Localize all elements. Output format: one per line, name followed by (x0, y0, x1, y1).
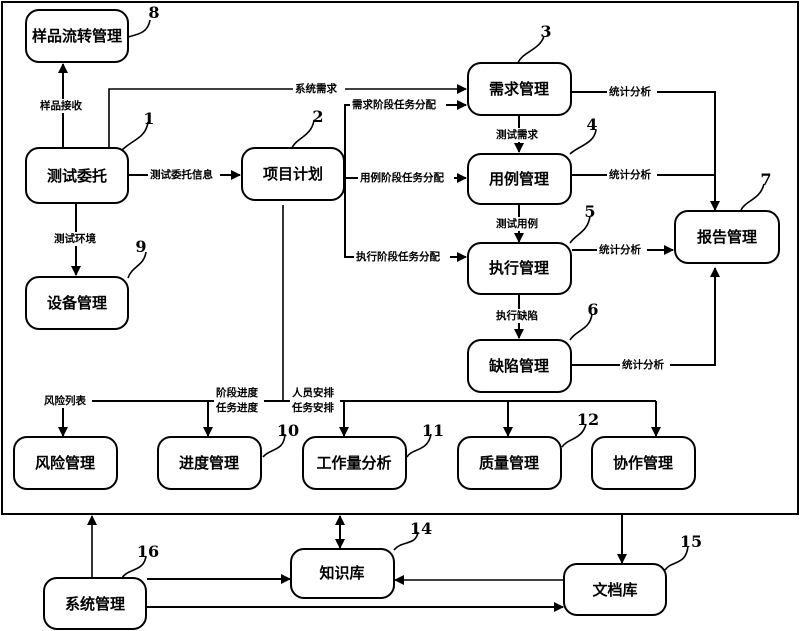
svg-text:任务安排: 任务安排 (291, 401, 334, 414)
edge-label-stat-6: 统计分析 (620, 358, 670, 372)
svg-text:测试委托: 测试委托 (47, 167, 107, 185)
node-reports[interactable]: 报告管理 (674, 210, 780, 264)
edge-label-risk-list: 风险列表 (42, 394, 92, 408)
svg-text:质量管理: 质量管理 (479, 454, 539, 472)
svg-text:任务进度: 任务进度 (215, 401, 258, 414)
edge-label-system-req: 系统需求 (293, 82, 345, 96)
edge-label-test-req: 测试需求 (494, 128, 544, 142)
svg-text:人员安排: 人员安排 (292, 386, 334, 399)
svg-text:执行阶段任务分配: 执行阶段任务分配 (356, 250, 440, 263)
edge-label-req-stage: 需求阶段任务分配 (350, 98, 446, 112)
node-workload[interactable]: 工作量分析 (302, 436, 407, 490)
ref-num-5: 5 (584, 202, 595, 221)
ref-num-8: 8 (148, 3, 159, 22)
svg-text:统计分析: 统计分析 (622, 358, 664, 371)
ref-num-4: 4 (586, 115, 597, 134)
svg-text:需求阶段任务分配: 需求阶段任务分配 (352, 98, 436, 111)
edge-label-test-env: 测试环境 (52, 232, 102, 246)
ref-num-3: 3 (540, 22, 551, 41)
svg-text:统计分析: 统计分析 (599, 243, 641, 256)
node-project-plan[interactable]: 项目计划 (241, 147, 345, 201)
svg-text:协作管理: 协作管理 (613, 454, 673, 472)
ref-num-15: 15 (680, 532, 702, 551)
svg-text:缺陷管理: 缺陷管理 (488, 357, 549, 375)
svg-text:样品流转管理: 样品流转管理 (32, 27, 122, 45)
flow-diagram: 样品接收 系统需求 测试委托信息 测试环境 需求阶段任务分配 用例阶段任务分配 … (1, 1, 799, 630)
node-quality[interactable]: 质量管理 (457, 436, 562, 490)
ref-num-2: 2 (312, 107, 323, 126)
edge-label-progress: 阶段进度 任务进度 (214, 386, 264, 414)
ref-num-14: 14 (410, 519, 432, 538)
node-sample-flow[interactable]: 样品流转管理 (25, 9, 129, 63)
svg-text:统计分析: 统计分析 (609, 168, 651, 181)
ref-num-11: 11 (422, 421, 444, 440)
svg-text:测试需求: 测试需求 (496, 128, 538, 141)
ref-num-10: 10 (277, 421, 299, 440)
ref-num-1: 1 (143, 109, 154, 128)
svg-text:风险管理: 风险管理 (35, 454, 95, 472)
svg-text:设备管理: 设备管理 (47, 294, 107, 312)
svg-text:项目计划: 项目计划 (263, 165, 323, 183)
edge-exec-stage (344, 175, 467, 262)
ref-num-7: 7 (760, 170, 771, 189)
svg-text:需求管理: 需求管理 (489, 80, 549, 98)
node-execution[interactable]: 执行管理 (467, 242, 572, 295)
node-test-commission[interactable]: 测试委托 (25, 147, 129, 204)
edge-label-exec-stage: 执行阶段任务分配 (354, 250, 450, 264)
node-progress[interactable]: 进度管理 (157, 436, 262, 490)
edge-system-req (108, 84, 467, 148)
svg-text:系统需求: 系统需求 (295, 82, 337, 95)
node-defects[interactable]: 缺陷管理 (467, 339, 572, 393)
edge-label-stat-3: 统计分析 (607, 85, 657, 99)
svg-text:进度管理: 进度管理 (179, 454, 239, 472)
svg-text:用例阶段任务分配: 用例阶段任务分配 (359, 171, 444, 184)
svg-text:工作量分析: 工作量分析 (316, 454, 391, 472)
node-test-cases[interactable]: 用例管理 (467, 153, 572, 205)
edge-req-stage (344, 100, 467, 175)
svg-text:阶段进度: 阶段进度 (216, 386, 258, 399)
ref-num-9: 9 (135, 237, 146, 256)
edge-label-sample-receive: 样品接收 (38, 99, 88, 113)
svg-text:用例管理: 用例管理 (489, 170, 549, 188)
ref-num-16: 16 (137, 542, 159, 561)
svg-text:风险列表: 风险列表 (44, 394, 86, 407)
svg-text:文档库: 文档库 (592, 581, 637, 599)
node-requirements[interactable]: 需求管理 (467, 62, 572, 116)
node-risk[interactable]: 风险管理 (13, 436, 118, 490)
node-document-library[interactable]: 文档库 (563, 563, 667, 616)
node-knowledge-base[interactable]: 知识库 (290, 548, 395, 599)
svg-text:统计分析: 统计分析 (609, 85, 651, 98)
node-system-management[interactable]: 系统管理 (43, 577, 147, 630)
node-equipment[interactable]: 设备管理 (25, 276, 129, 330)
svg-text:系统管理: 系统管理 (65, 595, 125, 613)
svg-text:测试环境: 测试环境 (54, 232, 96, 245)
svg-text:测试用例: 测试用例 (496, 217, 538, 230)
svg-text:知识库: 知识库 (319, 564, 364, 582)
svg-text:执行管理: 执行管理 (489, 259, 549, 277)
edge-stat-3 (572, 91, 720, 211)
edge-label-exec-defect: 执行缺陷 (494, 309, 544, 323)
edge-label-case-stage: 用例阶段任务分配 (358, 171, 454, 185)
edge-label-stat-5: 统计分析 (597, 243, 647, 257)
edge-label-test-case: 测试用例 (494, 217, 544, 231)
ref-num-6: 6 (587, 300, 598, 319)
svg-text:执行缺陷: 执行缺陷 (496, 309, 538, 322)
node-collaboration[interactable]: 协作管理 (591, 436, 696, 490)
svg-text:样品接收: 样品接收 (40, 99, 82, 112)
edge-label-commission-info: 测试委托信息 (148, 168, 220, 182)
edge-label-stat-4: 统计分析 (607, 168, 657, 182)
svg-text:测试委托信息: 测试委托信息 (150, 168, 213, 181)
edge-label-arrange: 人员安排 任务安排 (290, 386, 340, 414)
ref-num-12: 12 (577, 410, 599, 429)
svg-text:报告管理: 报告管理 (697, 228, 757, 246)
